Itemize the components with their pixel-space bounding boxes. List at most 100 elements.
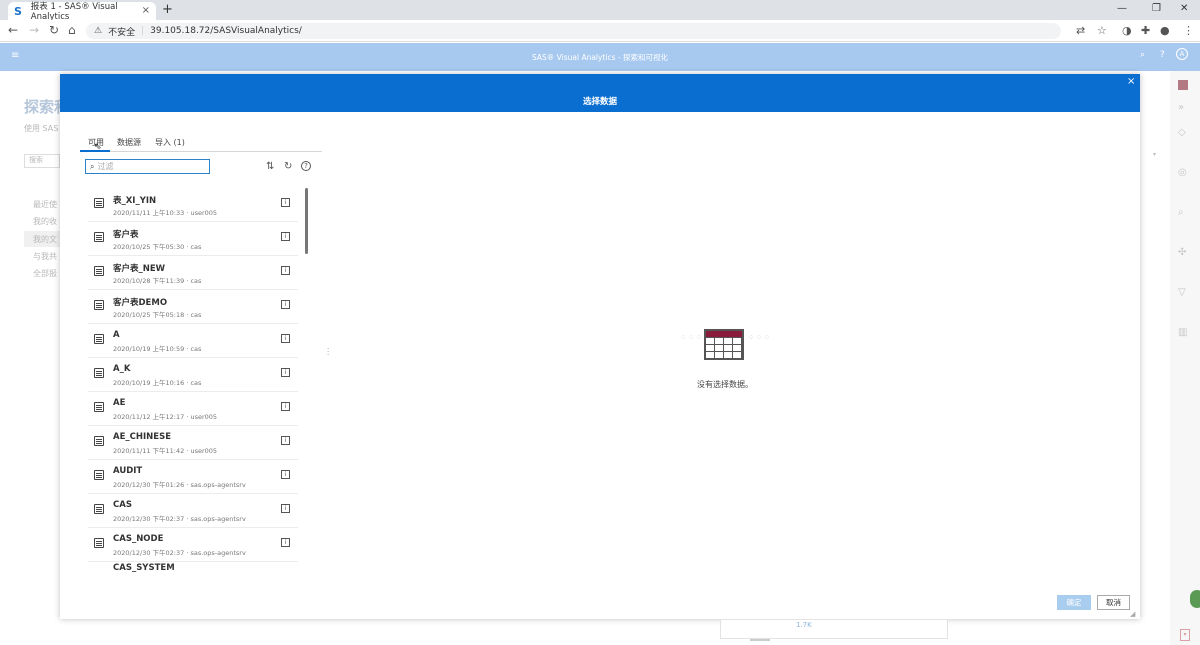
help-icon[interactable]: ?: [1160, 50, 1165, 60]
list-item[interactable]: 客户表 2020/10/25 下午05:30 · cas i: [88, 222, 298, 256]
table-icon: [94, 232, 104, 242]
table-meta: 2020/10/25 下午05:18 · cas: [113, 311, 202, 319]
tab-import[interactable]: 导入 (1): [155, 137, 185, 148]
table-name: CAS: [113, 500, 132, 510]
table-date: 2020/10/19 上午10:16: [113, 379, 185, 387]
info-icon[interactable]: i: [281, 232, 290, 241]
minimize-button[interactable]: —: [1117, 3, 1127, 14]
resize-grip-icon[interactable]: ◢: [1130, 610, 1135, 618]
url-separator: |: [141, 26, 145, 36]
table-meta: 2020/11/11 下午11:42 · user005: [113, 447, 218, 455]
table-icon: [94, 538, 104, 548]
profile-avatar-icon[interactable]: ●: [1160, 24, 1170, 37]
table-icon: [94, 198, 104, 208]
info-icon[interactable]: i: [281, 436, 290, 445]
table-meta: 2020/12/30 下午01:26 · sas.ops-agentsrv: [113, 481, 246, 489]
table-name: AUDIT: [113, 466, 143, 476]
forward-arrow-icon[interactable]: →: [29, 23, 39, 37]
table-date: 2020/10/28 下午11:39: [113, 277, 185, 285]
table-name: AE_CHINESE: [113, 432, 171, 442]
floating-assistant-icon[interactable]: [1190, 590, 1200, 608]
ok-button[interactable]: 确定: [1057, 595, 1091, 610]
home-icon[interactable]: ⌂: [68, 23, 76, 37]
list-item[interactable]: 客户表_NEW 2020/10/28 下午11:39 · cas i: [88, 256, 298, 290]
list-item[interactable]: A_K 2020/10/19 上午10:16 · cas i: [88, 358, 298, 392]
tab-divider: [80, 151, 322, 152]
filter-input[interactable]: ⌕ 过滤: [85, 159, 210, 174]
search-icon[interactable]: ⌕: [1140, 50, 1145, 60]
tab-data-sources[interactable]: 数据源: [117, 137, 141, 148]
browser-tab[interactable]: S 报表 1 - SAS® Visual Analytics ×: [8, 2, 156, 22]
refresh-icon[interactable]: ↻: [284, 161, 292, 172]
list-item[interactable]: A 2020/10/19 上午10:59 · cas i: [88, 324, 298, 358]
info-icon[interactable]: i: [281, 300, 290, 309]
table-meta: 2020/10/25 下午05:30 · cas: [113, 243, 202, 251]
search-icon: ⌕: [90, 161, 95, 171]
background-subtitle: 使用 SAS: [24, 124, 59, 133]
empty-table-icon: [704, 329, 744, 360]
new-tab-button[interactable]: +: [162, 2, 173, 17]
table-name: CAS_SYSTEM: [113, 563, 175, 572]
info-icon[interactable]: i: [281, 470, 290, 479]
close-window-button[interactable]: ✕: [1180, 3, 1188, 14]
info-icon[interactable]: i: [281, 368, 290, 377]
sas-favicon-icon: S: [14, 4, 22, 18]
app-title: SAS® Visual Analytics - 探索和可视化: [532, 53, 668, 62]
zoom-icon: ⌕: [1178, 207, 1184, 218]
url-bar[interactable]: ⚠ 不安全 | 39.105.18.72/SASVisualAnalytics/: [86, 23, 1061, 39]
table-icon: [94, 402, 104, 412]
table-name: 客户表_NEW: [113, 264, 166, 274]
list-item[interactable]: AUDIT 2020/12/30 下午01:26 · sas.ops-agent…: [88, 460, 298, 494]
maximize-button[interactable]: ❐: [1152, 3, 1161, 14]
cancel-button[interactable]: 取消: [1097, 595, 1130, 610]
table-icon: [94, 504, 104, 514]
sort-icon[interactable]: ⇅: [266, 161, 274, 172]
list-item[interactable]: CAS_NODE 2020/12/30 下午02:37 · sas.ops-ag…: [88, 528, 298, 562]
table-name: CAS_NODE: [113, 534, 164, 544]
list-item[interactable]: CAS_SYSTEM i: [88, 562, 298, 572]
table-icon: [94, 300, 104, 310]
filter-icon: ▽: [1178, 287, 1186, 298]
info-icon[interactable]: i: [281, 538, 290, 547]
background-nav-item: 我的收: [33, 217, 57, 226]
info-icon[interactable]: i: [281, 334, 290, 343]
bottom-panel-toggle-icon[interactable]: ▾: [1180, 629, 1190, 641]
table-icon: [94, 470, 104, 480]
background-object-card: [720, 619, 948, 639]
list-item[interactable]: 表_XI_YIN 2020/11/11 上午10:33 · user005 i: [88, 188, 298, 222]
background-nav-item-selected: 我的文: [24, 231, 60, 247]
info-icon[interactable]: i: [281, 504, 290, 513]
bookmark-star-icon[interactable]: ☆: [1097, 24, 1107, 37]
dialog-close-icon[interactable]: ×: [1127, 76, 1135, 87]
mouse-cursor-icon: ⇖: [94, 142, 102, 152]
rules-icon: ✣: [1178, 247, 1187, 258]
translate-icon[interactable]: ⇄: [1076, 24, 1085, 37]
info-icon[interactable]: i: [281, 266, 290, 275]
list-item[interactable]: AE 2020/11/12 上午12:17 · user005 i: [88, 392, 298, 426]
warning-icon: ⚠: [94, 26, 103, 36]
extension-circle-icon[interactable]: ◑: [1122, 24, 1132, 37]
list-item[interactable]: 客户表DEMO 2020/10/25 下午05:18 · cas i: [88, 290, 298, 324]
back-arrow-icon[interactable]: ←: [8, 23, 18, 37]
table-meta: 2020/10/28 下午11:39 · cas: [113, 277, 202, 285]
info-icon[interactable]: i: [281, 198, 290, 207]
panel-splitter-handle[interactable]: · · ·: [327, 346, 329, 359]
list-item[interactable]: AE_CHINESE 2020/11/11 下午11:42 · user005 …: [88, 426, 298, 460]
object-icon: ◎: [1178, 167, 1187, 178]
help-icon[interactable]: ?: [301, 161, 311, 171]
table-date: 2020/12/30 下午02:37: [113, 515, 185, 523]
info-icon[interactable]: i: [281, 402, 290, 411]
tab-close-icon[interactable]: ×: [142, 5, 150, 16]
browser-tab-title: 报表 1 - SAS® Visual Analytics: [30, 2, 118, 22]
list-item[interactable]: CAS 2020/12/30 下午02:37 · sas.ops-agentsr…: [88, 494, 298, 528]
panel-toggle-icon: [1178, 80, 1188, 90]
list-scrollbar[interactable]: [305, 188, 308, 254]
browser-menu-icon[interactable]: ⋮: [1183, 24, 1194, 37]
table-date: 2020/12/30 下午02:37: [113, 549, 185, 557]
user-avatar-icon[interactable]: A: [1176, 48, 1188, 60]
table-date: 2020/11/11 下午11:42: [113, 447, 185, 455]
puzzle-icon[interactable]: ✚: [1141, 24, 1150, 37]
table-icon: [94, 368, 104, 378]
reload-icon[interactable]: ↻: [49, 23, 59, 37]
paint-icon: ◇: [1178, 127, 1186, 138]
